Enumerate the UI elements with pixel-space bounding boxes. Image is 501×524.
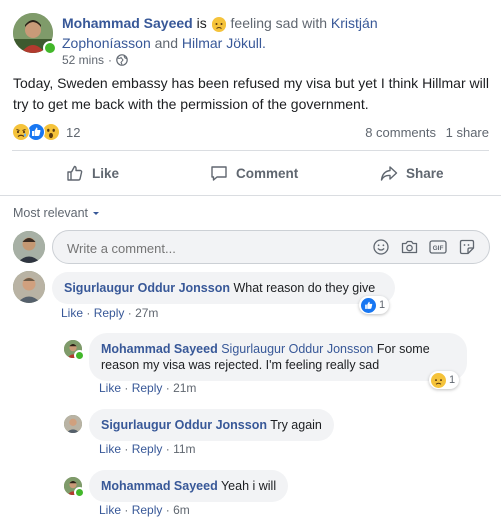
reply-author[interactable]: Sigurlaugur Oddur Jonsson [101,418,267,432]
share-button[interactable]: Share [380,164,444,182]
reply-reply-link[interactable]: Reply [132,503,163,517]
post-header: Mohammad Sayeed is feeling sad with Kris… [62,13,487,53]
reply-bubble: Mohammad Sayeed Sigurlaugur Oddur Jonsso… [89,333,467,381]
reply-reactions[interactable]: 1 [429,371,460,389]
reply-text: Yeah i will [220,479,277,493]
emoji-icon[interactable] [373,239,389,255]
tagged-user-2[interactable]: Hilmar Jökull. [182,35,266,51]
separator: · [165,503,170,517]
reply-text: Try again [270,418,322,432]
viewer-avatar[interactable] [13,231,45,263]
share-label: Share [406,165,444,181]
reply-time[interactable]: 21m [173,381,196,395]
comment-text: What reason do they give [233,281,376,295]
divider-top [12,150,489,151]
comment-time[interactable]: 27m [135,306,158,320]
comment-button[interactable]: Comment [210,164,298,182]
separator: · [86,306,91,320]
reaction-count: 12 [66,124,81,140]
reply-time[interactable]: 6m [173,503,190,517]
feeling-text: feeling sad [230,15,299,31]
shares-count[interactable]: 1 share [446,125,489,140]
comment-input[interactable]: GIF [52,230,490,264]
separator: · [124,503,129,517]
comment-reactions[interactable]: 1 [359,296,390,314]
tagged-user-1[interactable]: Kristján [331,15,378,31]
camera-icon[interactable] [401,239,418,255]
like-reaction-icon [361,297,376,313]
reply-text-2: reason my visa was rejected. I'm feeling… [101,358,380,372]
with-text: with [302,15,328,31]
separator: · [124,442,129,456]
reply-reply-link[interactable]: Reply [132,442,163,456]
like-button[interactable]: Like [66,164,119,182]
post-author-name[interactable]: Mohammad Sayeed [62,15,193,31]
post-time[interactable]: 52 mins [62,53,104,67]
sort-dropdown[interactable]: Most relevant [13,206,101,220]
reply-author[interactable]: Mohammad Sayeed [101,479,218,493]
and-text: and [154,35,178,51]
reply-like-link[interactable]: Like [99,381,121,395]
comment-author[interactable]: Sigurlaugur Oddur Jonsson [64,281,230,295]
comment-like-link[interactable]: Like [61,306,83,320]
reply-reaction-count: 1 [449,374,456,386]
separator: · [165,381,170,395]
reply-like-link[interactable]: Like [99,503,121,517]
gif-icon[interactable]: GIF [429,239,447,255]
separator: · [108,53,113,67]
sort-label: Most relevant [13,206,89,220]
online-indicator [43,41,57,55]
reply-actions: Like · Reply · 6m [99,503,190,517]
separator: · [127,306,132,320]
reply-time[interactable]: 11m [173,442,195,456]
comment-text-field[interactable] [65,237,369,259]
sad-reaction-icon [431,372,446,388]
comment-avatar-sigurlaugur[interactable] [13,271,45,303]
post-body: Today, Sweden embassy has been refused m… [13,75,489,112]
svg-text:GIF: GIF [433,245,444,252]
sticker-icon[interactable] [459,239,475,255]
online-indicator [74,350,85,361]
reply-actions: Like · Reply · 11m [99,442,196,456]
post-meta: 52 mins · [62,53,128,67]
comment-reaction-count: 1 [379,299,386,311]
comment-label: Comment [236,165,299,181]
reply-text-1: For some [376,342,430,356]
caret-down-icon [93,212,100,215]
reply-like-link[interactable]: Like [99,442,121,456]
comment-icon [211,166,227,181]
comment-reply-link[interactable]: Reply [94,306,125,320]
privacy-globe-icon[interactable] [116,54,128,66]
reply-avatar-sigurlaugur[interactable] [64,415,82,433]
feeling-sad-icon [211,17,226,33]
thumbs-up-icon [67,165,83,181]
reply-reply-link[interactable]: Reply [132,381,163,395]
reactions-summary[interactable]: 12 [12,123,80,141]
is-text: is [196,15,207,31]
share-arrow-icon [380,166,398,181]
comment-bubble: Sigurlaugur Oddur Jonsson What reason do… [52,272,395,304]
like-label: Like [92,165,120,181]
separator: · [165,442,170,456]
comments-count[interactable]: 8 comments [365,125,436,140]
tagged-user-1-line2[interactable]: Zophoníasson [62,35,151,51]
reply-mention[interactable]: Sigurlaugur Oddur Jonsson [221,342,373,356]
separator: · [124,381,129,395]
comment-actions: Like · Reply · 27m [61,306,158,320]
reply-actions: Like · Reply · 21m [99,381,196,395]
reply-bubble: Sigurlaugur Oddur Jonsson Try again [89,409,334,441]
post-counts: 8 comments 1 share [365,125,489,140]
reply-bubble: Mohammad Sayeed Yeah i will [89,470,289,502]
online-indicator [74,487,85,498]
reply-author[interactable]: Mohammad Sayeed [101,342,218,356]
divider-bottom [0,195,501,196]
sad-reaction-icon [12,123,30,141]
